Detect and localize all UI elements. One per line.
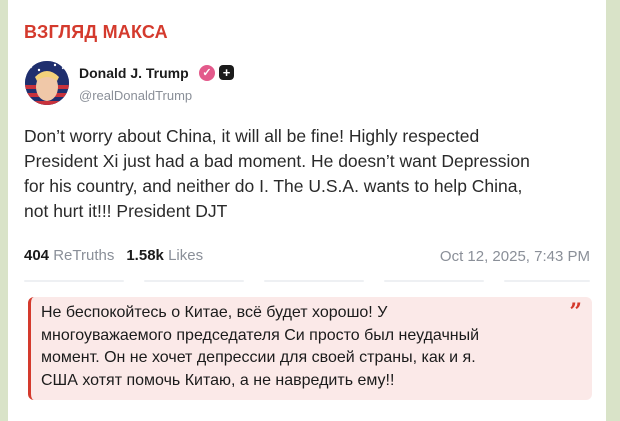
likes-count: 1.58k bbox=[126, 247, 164, 264]
channel-title[interactable]: ВЗГЛЯД МАКСА bbox=[24, 22, 168, 43]
action-divider bbox=[24, 280, 124, 282]
translation-quote: Не беспокойтесь о Китае, всё будет хорош… bbox=[28, 297, 592, 400]
post-text: Don’t worry about China, it will all be … bbox=[24, 126, 530, 221]
plus-badge-icon: + bbox=[219, 65, 234, 80]
embedded-post[interactable]: Donald J. Trump ✓ + @realDonaldTrump Don… bbox=[8, 52, 606, 284]
post-stats: 404 ReTruths 1.58k Likes bbox=[24, 247, 203, 264]
action-divider bbox=[264, 280, 364, 282]
translation-text: Не беспокойтесь о Китае, всё будет хорош… bbox=[41, 304, 480, 389]
post-timestamp: Oct 12, 2025, 7:43 PM bbox=[439, 248, 590, 265]
action-divider bbox=[504, 280, 590, 282]
action-divider bbox=[144, 280, 244, 282]
author-name[interactable]: Donald J. Trump bbox=[79, 65, 189, 81]
author-handle[interactable]: @realDonaldTrump bbox=[79, 88, 192, 103]
likes-label: Likes bbox=[168, 247, 204, 264]
quote-mark-icon: ” bbox=[569, 299, 582, 325]
author-avatar[interactable] bbox=[25, 61, 69, 105]
retruths-count: 404 bbox=[24, 247, 50, 264]
verified-badge-icon: ✓ bbox=[199, 65, 215, 81]
action-divider bbox=[384, 280, 484, 282]
post-action-bar bbox=[24, 280, 590, 284]
avatar-image-icon bbox=[25, 61, 69, 105]
retruths-label: ReTruths bbox=[53, 247, 115, 264]
